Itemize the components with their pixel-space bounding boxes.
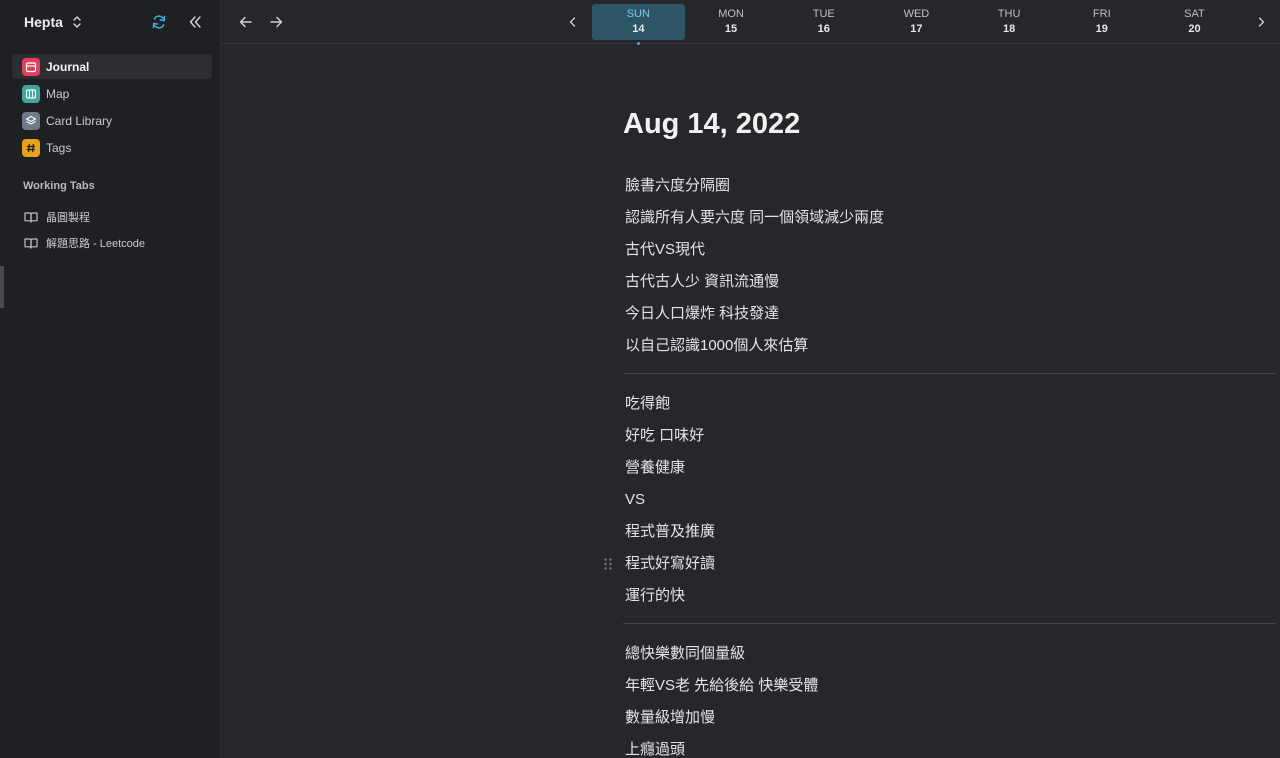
book-icon [24, 238, 38, 249]
sidebar-item-journal[interactable]: Journal [12, 54, 212, 79]
chevrons-left-icon [189, 16, 201, 28]
day-of-week: FRI [1092, 8, 1111, 20]
journal-line[interactable]: 古代VS現代 [623, 234, 1276, 266]
working-tabs-list: 晶圓製程 解題思路 - Leetcode [0, 192, 220, 256]
sync-button[interactable] [146, 9, 172, 35]
day-of-week: WED [903, 8, 930, 20]
sidebar-item-label: Map [46, 86, 70, 101]
journal-line[interactable]: 運行的快 [623, 580, 1276, 612]
sidebar-item-tags[interactable]: Tags [12, 135, 212, 160]
working-tab-label: 解題思路 - Leetcode [46, 238, 146, 250]
sidebar-item-map[interactable]: Map [12, 81, 212, 106]
day-number: 16 [817, 23, 830, 35]
arrow-left-icon [239, 16, 252, 28]
day-number: 20 [1188, 23, 1201, 35]
journal-line-hovered[interactable]: 程式好寫好讀 [604, 548, 1276, 580]
arrow-right-icon [270, 16, 283, 28]
day-of-week: MON [718, 8, 744, 20]
app-window: Hepta Journal Map Card Library Tags Work… [0, 0, 1280, 758]
journal-line[interactable]: VS [623, 484, 1276, 516]
journal-block: 總快樂數同個量級 年輕VS老 先給後給 快樂受體 數量級增加慢 上癮過頭 [623, 638, 1276, 758]
day-number: 18 [1002, 23, 1016, 35]
workspace-switcher[interactable]: Hepta [24, 14, 83, 30]
map-icon [22, 84, 40, 103]
journal-block: 吃得飽 好吃 口味好 營養健康 VS 程式普及推廣 程式好寫好讀 運行的快 [604, 388, 1276, 612]
day-of-week: SUN [626, 8, 650, 20]
journal-editor[interactable]: Aug 14, 2022 臉書六度分隔圈 認識所有人要六度 同一個領域減少兩度 … [604, 44, 1276, 758]
drag-handle-icon[interactable] [603, 557, 613, 571]
day-fri[interactable]: FRI 19 [1055, 4, 1148, 40]
divider [623, 623, 1276, 624]
day-of-week: TUE [812, 8, 835, 20]
day-mon[interactable]: MON 15 [685, 4, 778, 40]
main-panel: SUN 14 MON 15 TUE 16 WED 17 THU 18 FRI 1… [221, 0, 1280, 758]
day-number: 19 [1095, 23, 1108, 35]
chevron-left-icon [569, 17, 576, 27]
sidebar-edge-handle[interactable] [0, 266, 4, 308]
next-week-button[interactable] [1248, 9, 1274, 35]
day-wed[interactable]: WED 17 [870, 4, 963, 40]
divider [623, 373, 1276, 374]
day-of-week: SAT [1184, 8, 1205, 20]
day-tue[interactable]: TUE 16 [777, 4, 870, 40]
previous-week-button[interactable] [560, 9, 586, 35]
journal-line[interactable]: 上癮過頭 [623, 734, 1276, 758]
layers-icon [22, 111, 40, 130]
working-tab-label: 晶圓製程 [46, 212, 90, 224]
journal-line[interactable]: 數量級增加慢 [623, 702, 1276, 734]
journal-line[interactable]: 總快樂數同個量級 [623, 638, 1276, 670]
sidebar-item-label: Card Library [46, 113, 113, 128]
hash-icon [22, 138, 40, 157]
journal-line[interactable]: 年輕VS老 先給後給 快樂受體 [623, 670, 1276, 702]
top-bar: SUN 14 MON 15 TUE 16 WED 17 THU 18 FRI 1… [221, 0, 1280, 45]
day-number: 17 [910, 23, 923, 35]
journal-block: 臉書六度分隔圈 認識所有人要六度 同一個領域減少兩度 古代VS現代 古代古人少 … [623, 170, 1276, 362]
page-title[interactable]: Aug 14, 2022 [623, 107, 1276, 141]
journal-line[interactable]: 吃得飽 [623, 388, 1276, 420]
chevron-up-down-icon [73, 16, 81, 28]
day-thu[interactable]: THU 18 [963, 4, 1056, 40]
journal-line[interactable]: 以自己認識1000個人來估算 [623, 330, 1276, 362]
calendar-icon [22, 57, 40, 76]
day-sat[interactable]: SAT 20 [1148, 4, 1241, 40]
sidebar-item-card-library[interactable]: Card Library [12, 108, 212, 133]
history-nav [233, 9, 289, 35]
journal-line-text: 程式好寫好讀 [625, 555, 716, 572]
sidebar-item-label: Tags [46, 140, 72, 155]
working-tab-item[interactable]: 晶圓製程 [24, 204, 212, 230]
forward-button[interactable] [263, 9, 289, 35]
sidebar-header: Hepta [0, 0, 220, 44]
journal-line[interactable]: 認識所有人要六度 同一個領域減少兩度 [623, 202, 1276, 234]
working-tabs-title: Working Tabs [23, 180, 95, 192]
sync-icon [152, 15, 166, 29]
day-number: 14 [632, 23, 645, 35]
journal-line[interactable]: 程式普及推廣 [623, 516, 1276, 548]
journal-line[interactable]: 臉書六度分隔圈 [623, 170, 1276, 202]
day-of-week: THU [997, 8, 1021, 20]
day-number: 15 [724, 23, 738, 35]
chevron-right-icon [1258, 17, 1265, 27]
journal-line[interactable]: 古代古人少 資訊流通慢 [623, 266, 1276, 298]
collapse-sidebar-button[interactable] [182, 9, 208, 35]
journal-line[interactable]: 好吃 口味好 [623, 420, 1276, 452]
journal-line[interactable]: 今日人口爆炸 科技發達 [623, 298, 1276, 330]
book-icon [24, 212, 38, 223]
sidebar-item-label: Journal [46, 59, 90, 74]
back-button[interactable] [233, 9, 259, 35]
journal-line[interactable]: 營養健康 [623, 452, 1276, 484]
week-day-strip: SUN 14 MON 15 TUE 16 WED 17 THU 18 FRI 1… [592, 4, 1241, 45]
day-sun[interactable]: SUN 14 [592, 4, 685, 45]
sidebar-nav: Journal Map Card Library Tags [0, 44, 220, 160]
workspace-name: Hepta [24, 14, 63, 30]
working-tab-item[interactable]: 解題思路 - Leetcode [24, 230, 212, 256]
sidebar: Hepta Journal Map Card Library Tags Work… [0, 0, 221, 758]
